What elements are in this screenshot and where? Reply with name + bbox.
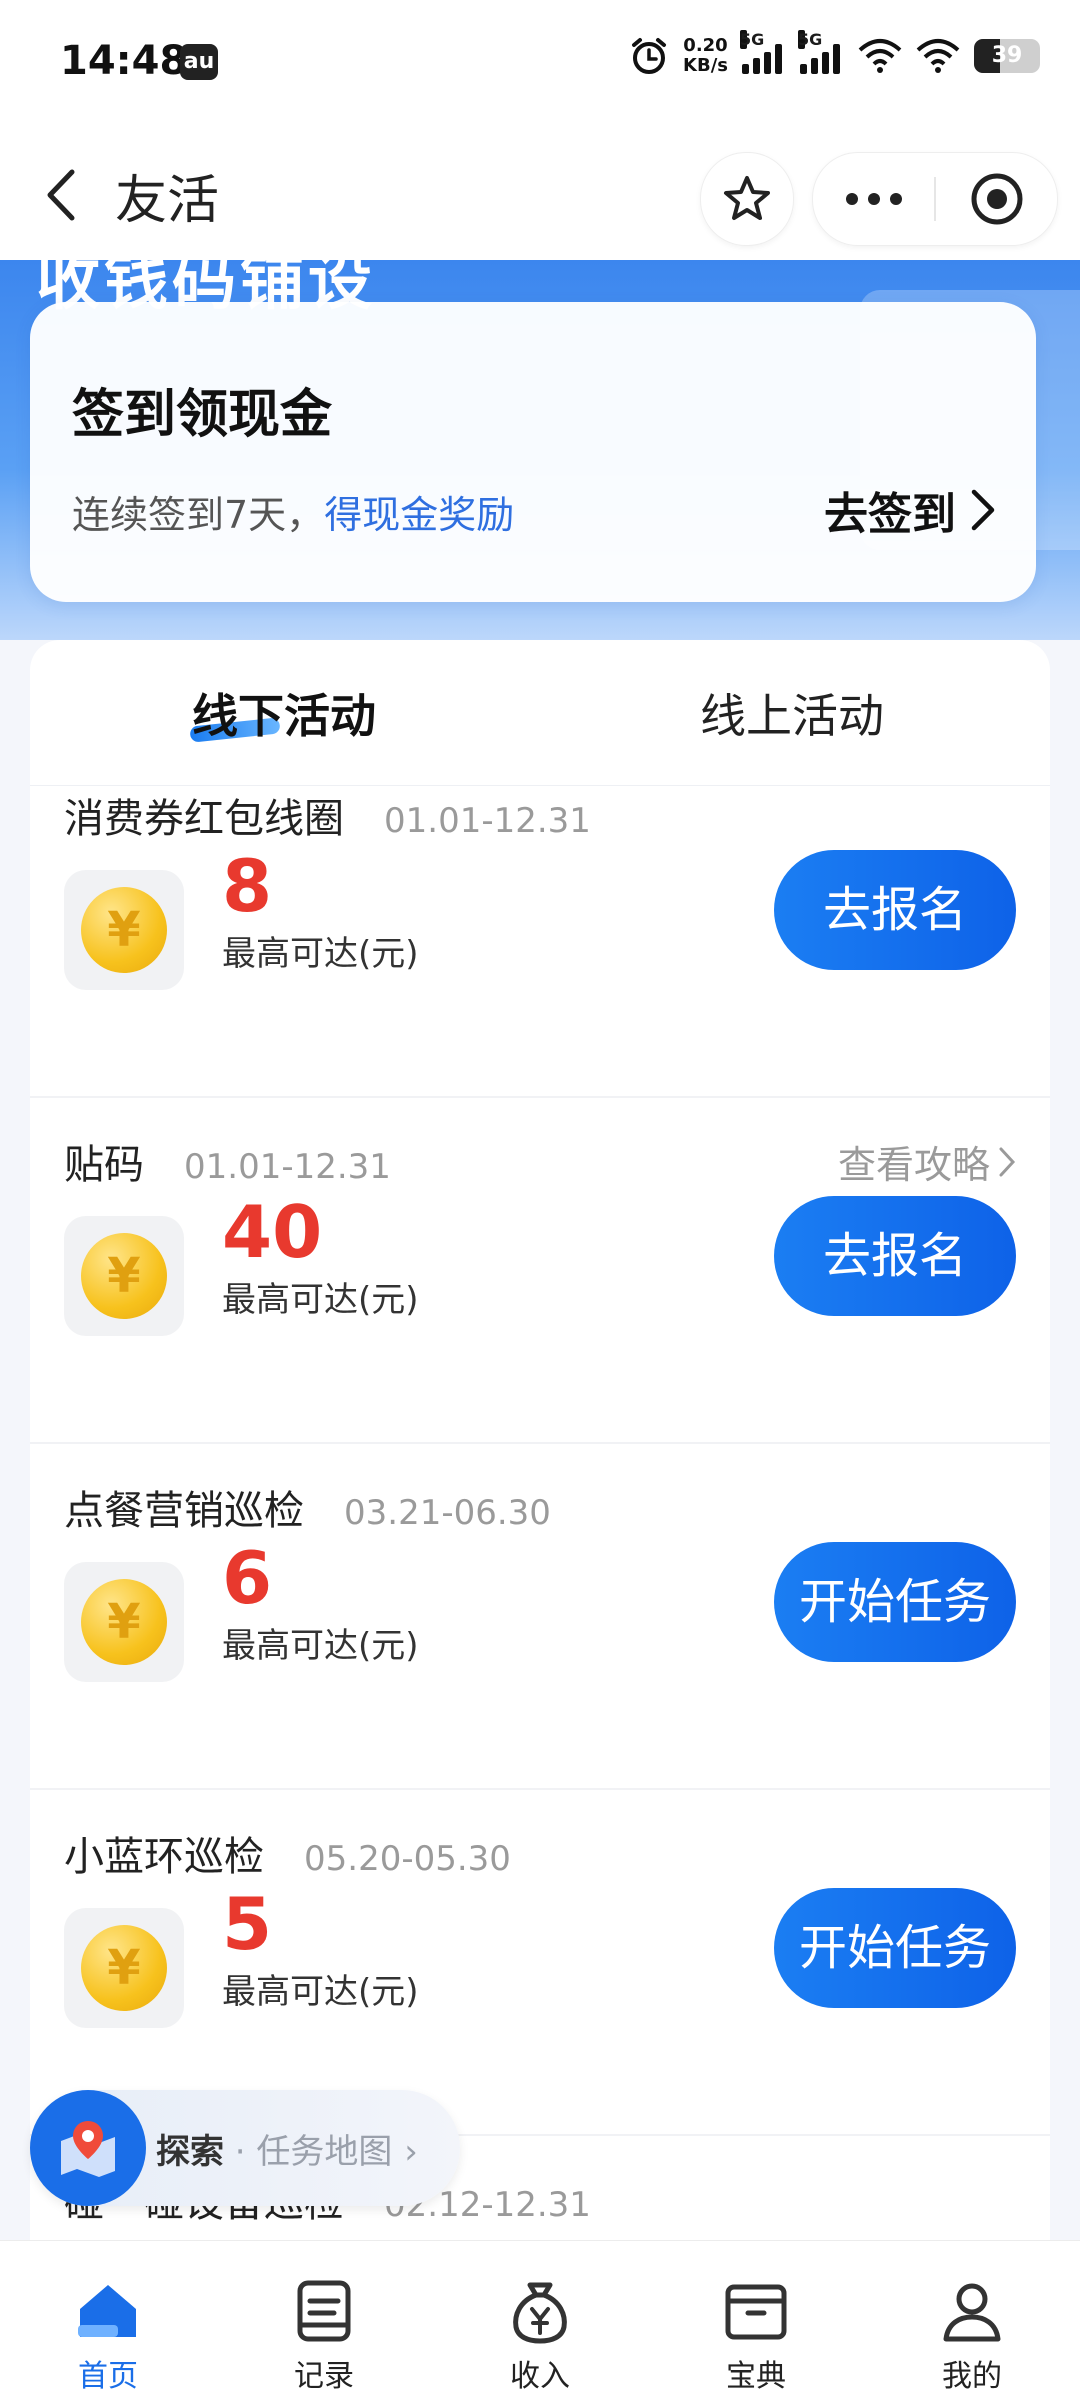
activity-date: 01.01-12.31 [184,1147,391,1187]
activity-date: 05.20-05.30 [304,1839,511,1879]
nav-profile[interactable]: 我的 [864,2241,1080,2401]
alarm-icon [632,38,667,74]
app-badge-icon: au [180,44,218,80]
activity-amount: 40 [222,1190,323,1274]
wifi-icon [858,39,902,73]
home-icon [78,2285,136,2337]
status-icons: 0.20 KB/s 5G 5G 39 [629,30,1040,76]
profile-icon [943,2283,1001,2342]
mini-program-capsule [812,152,1058,246]
nav-home[interactable]: 首页 [0,2241,216,2401]
income-bag-icon [513,2282,567,2344]
wifi-icon-2 [916,39,960,73]
nav-income[interactable]: 收入 [432,2241,648,2401]
battery-icon: 39 [974,39,1040,73]
start-task-button[interactable]: 开始任务 [774,1888,1016,2008]
view-guide-link[interactable]: 查看攻略 [838,1134,1016,1189]
activity-amount-label: 最高可达(元) [222,1626,419,1666]
signup-button[interactable]: 去报名 [774,1196,1016,1316]
chevron-right-icon [971,489,995,531]
sign-in-card[interactable]: 签到领现金 连续签到7天，得现金奖励 去签到 [30,302,1036,602]
activity-amount: 6 [222,1536,273,1620]
target-icon [971,173,1022,225]
close-mini-program-button[interactable] [936,153,1057,245]
net-speed: 0.20 KB/s [683,35,728,76]
explore-task-map-button[interactable]: 探索 · 任务地图 › [30,2090,460,2206]
activity-item: 小蓝环巡检 05.20-05.30 ¥ 5 最高可达(元) 开始任务 [30,1788,1050,2136]
activity-item: 消费券红包线圈 01.01-12.31 ¥ 8 最高可达(元) 去报名 [30,750,1050,1098]
activity-amount-label: 最高可达(元) [222,1280,419,1320]
activity-amount-label: 最高可达(元) [222,934,419,974]
activity-name: 贴码 01.01-12.31 [64,1142,391,1188]
signal-icon-2: 5G [798,30,844,74]
activity-item: 贴码 01.01-12.31 查看攻略 ¥ 40 最高可达(元) 去报名 [30,1096,1050,1444]
chevron-right-icon [999,1147,1016,1176]
status-time: 14:48 [60,38,188,84]
tab-online-activities[interactable]: 线上活动 [700,680,884,746]
signal-icon: 5G [740,30,786,74]
coin-icon: ¥ [64,1562,184,1682]
activity-name: 小蓝环巡检 05.20-05.30 [64,1834,511,1880]
activity-item: 点餐营销巡检 03.21-06.30 ¥ 6 最高可达(元) 开始任务 [30,1442,1050,1790]
back-arrow-icon [47,169,75,221]
status-bar: 14:48 au 0.20 KB/s 5G 5G 39 [0,0,1080,130]
guide-box-icon [725,2284,787,2340]
map-icon [61,2121,115,2177]
more-icon [845,193,902,205]
start-task-button[interactable]: 开始任务 [774,1542,1016,1662]
back-button[interactable] [30,160,100,230]
tab-offline-activities[interactable]: 线下活动 [192,680,376,746]
signup-button[interactable]: 去报名 [774,850,1016,970]
activity-name: 点餐营销巡检 03.21-06.30 [64,1488,551,1534]
activity-amount: 5 [222,1882,273,1966]
sign-in-title: 签到领现金 [72,385,333,445]
more-button[interactable] [813,153,934,245]
sign-in-subtitle: 连续签到7天，得现金奖励 [72,493,515,537]
activity-date: 03.21-06.30 [344,1493,551,1533]
activity-name: 消费券红包线圈 01.01-12.31 [64,796,591,842]
sign-in-button[interactable]: 去签到 [824,478,996,542]
coin-icon: ¥ [64,1908,184,2028]
activity-date: 01.01-12.31 [384,801,591,841]
explore-label: 探索 · 任务地图 › [156,2132,418,2172]
page-title: 友活 [115,171,220,231]
bottom-nav: 首页 记录 收入 宝典 我的 [0,2240,1080,2401]
nav-guide[interactable]: 宝典 [648,2241,864,2401]
record-icon [297,2280,351,2342]
star-icon [724,176,770,220]
map-pin-icon [30,2090,146,2206]
coin-icon: ¥ [64,870,184,990]
nav-records[interactable]: 记录 [216,2241,432,2401]
activity-amount: 8 [222,844,273,928]
coin-icon: ¥ [64,1216,184,1336]
favorite-button[interactable] [700,152,794,246]
activity-amount-label: 最高可达(元) [222,1972,419,2012]
title-bar: 友活 [0,130,1080,260]
activity-panel: 线下活动 线上活动 消费券红包线圈 01.01-12.31 ¥ 8 最高可达(元)… [30,640,1050,2240]
